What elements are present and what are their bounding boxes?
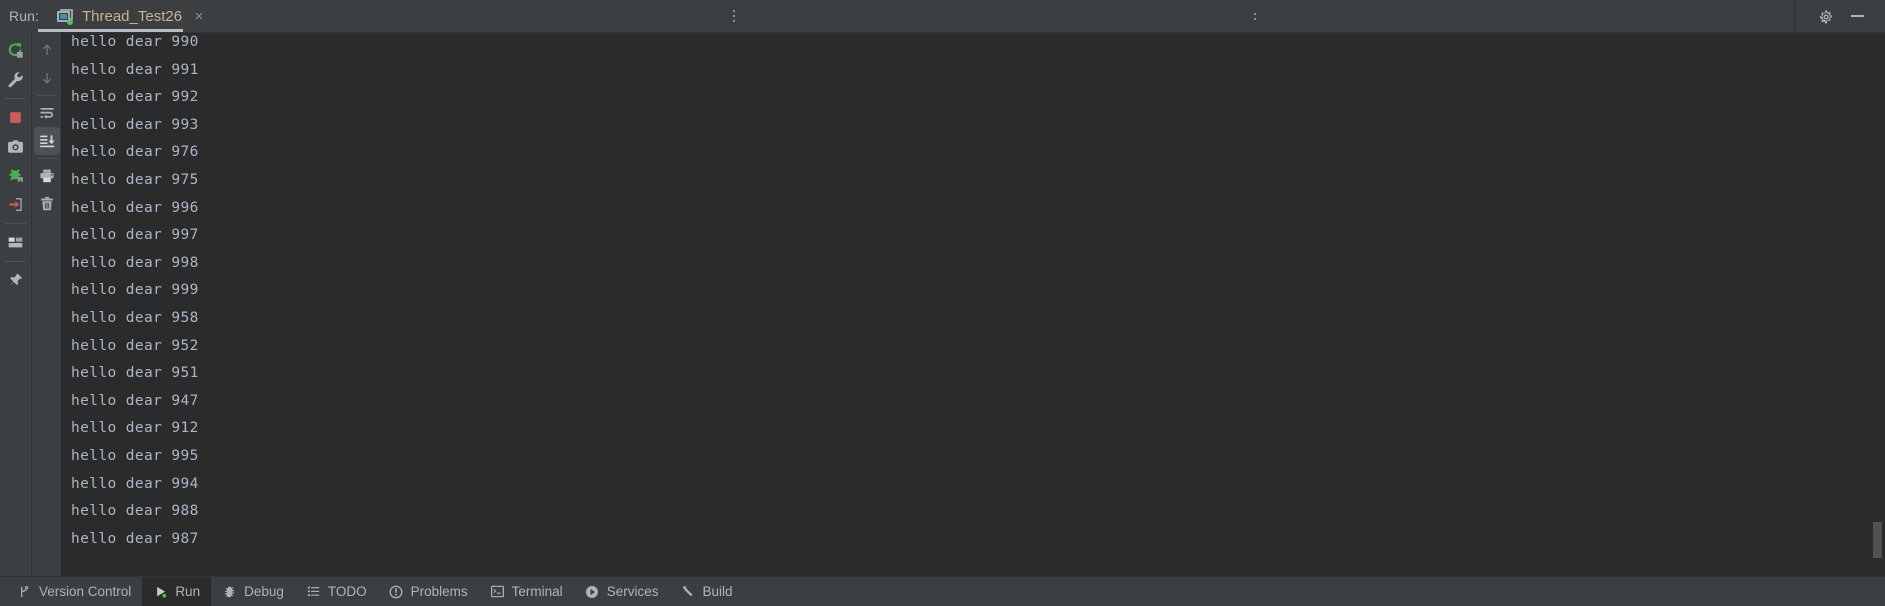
layout-icon[interactable]	[1, 228, 30, 257]
status-tab-label: Problems	[410, 584, 468, 599]
soft-wrap-icon[interactable]	[34, 99, 60, 127]
status-tab-label: Run	[175, 584, 201, 599]
problems-warning-icon	[389, 584, 404, 599]
status-tab-services[interactable]: Services	[574, 577, 670, 606]
console-line: hello dear 998	[71, 254, 199, 271]
stop-icon[interactable]	[1, 103, 30, 132]
rerun-icon[interactable]	[1, 36, 30, 65]
toolbar-separator-3	[5, 261, 26, 262]
toolbar-separator-1	[5, 98, 26, 99]
services-icon	[585, 584, 600, 599]
console-line: hello dear 951	[71, 365, 199, 382]
status-tab-label: Version Control	[39, 584, 132, 599]
run-window-body: hello dear 990 hello dear 991 hello dear…	[0, 32, 1885, 576]
console-line: hello dear 988	[71, 503, 199, 520]
console-line: hello dear 999	[71, 282, 199, 299]
print-icon[interactable]	[34, 162, 60, 190]
status-tab-label: Terminal	[511, 584, 563, 599]
status-tab-todo[interactable]: TODO	[295, 577, 378, 606]
scrollbar-thumb[interactable]	[1873, 522, 1882, 558]
console-actions-toolbar	[31, 32, 61, 576]
export-icon[interactable]	[1, 190, 30, 219]
close-icon[interactable]: ×	[192, 9, 206, 24]
console-line: hello dear 995	[71, 447, 199, 464]
console-output-panel: hello dear 990 hello dear 991 hello dear…	[61, 32, 1885, 576]
console-line: hello dear 994	[71, 475, 199, 492]
status-tab-build[interactable]: Build	[669, 577, 743, 606]
console-line: hello dear 952	[71, 337, 199, 354]
bug-icon	[222, 584, 237, 599]
toolbar-spacer-middle	[737, 0, 1253, 32]
minimize-button[interactable]	[1845, 3, 1871, 29]
todo-list-icon	[306, 584, 321, 599]
console-line: hello dear 947	[71, 392, 199, 409]
status-tab-run[interactable]: Run	[142, 577, 212, 606]
status-tab-problems[interactable]: Problems	[378, 577, 479, 606]
console-line: hello dear 958	[71, 309, 199, 326]
console-line: hello dear 993	[71, 116, 199, 133]
status-tab-label: TODO	[327, 584, 367, 599]
console-vertical-scrollbar[interactable]	[1873, 33, 1882, 576]
status-tab-debug[interactable]: Debug	[211, 577, 295, 606]
console-window-icon	[56, 8, 74, 25]
window-controls	[1793, 0, 1885, 32]
scroll-to-end-icon[interactable]	[33, 127, 60, 155]
attach-debugger-icon[interactable]	[1, 161, 30, 190]
tab-title: Thread_Test26	[81, 7, 183, 25]
run-toolbar-header: Run: Thread_Test26 ×	[0, 0, 1885, 32]
terminal-icon	[490, 584, 505, 599]
status-tab-label: Debug	[244, 584, 284, 599]
console-toolbar-separator-2	[36, 158, 57, 159]
console-line: hello dear 990	[71, 34, 199, 50]
toolbar-spacer-right	[1258, 0, 1774, 32]
status-tab-terminal[interactable]: Terminal	[479, 577, 574, 606]
console-line: hello dear 975	[71, 171, 199, 188]
camera-icon[interactable]	[1, 132, 30, 161]
run-actions-toolbar	[0, 32, 31, 576]
console-line: hello dear 976	[71, 144, 199, 161]
run-play-icon	[153, 584, 168, 599]
console-line: hello dear 912	[71, 420, 199, 437]
branch-icon	[17, 584, 32, 599]
console-toolbar-separator-1	[36, 95, 57, 96]
wrench-icon[interactable]	[1, 65, 30, 94]
status-tab-label: Build	[702, 584, 733, 599]
trash-icon[interactable]	[34, 190, 60, 218]
status-bar-spacer	[743, 577, 1885, 606]
run-label: Run:	[9, 8, 39, 24]
console-line: hello dear 996	[71, 199, 199, 216]
console-line: hello dear 997	[71, 227, 199, 244]
status-tab-version-control[interactable]: Version Control	[6, 577, 142, 606]
toolbar-separator-2	[5, 223, 26, 224]
arrow-up-icon[interactable]	[34, 36, 60, 64]
tool-window-status-bar: Version Control Run Debug TODO Problems …	[0, 576, 1885, 606]
console-output-text[interactable]: hello dear 990 hello dear 991 hello dear…	[61, 33, 1885, 576]
arrow-down-icon[interactable]	[34, 64, 60, 92]
toolbar-spacer-left	[215, 0, 731, 32]
status-tab-label: Services	[606, 584, 659, 599]
minimize-icon	[1851, 15, 1865, 17]
settings-button[interactable]	[1813, 3, 1839, 29]
run-configuration-tab[interactable]: Thread_Test26 ×	[49, 0, 215, 32]
console-line: hello dear 992	[71, 89, 199, 106]
pin-icon[interactable]	[1, 266, 30, 295]
gear-icon	[1819, 10, 1833, 23]
build-hammer-icon	[680, 584, 695, 599]
console-line: hello dear 987	[71, 530, 199, 547]
console-line: hello dear 991	[71, 61, 199, 78]
run-tool-window: Run: Thread_Test26 × hello dear 990 hell…	[0, 0, 1885, 606]
